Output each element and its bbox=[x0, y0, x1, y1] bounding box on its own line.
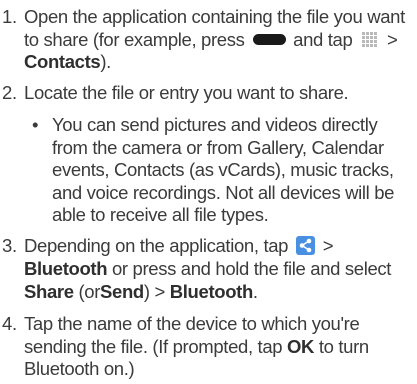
bullet-text: You can send pictures and videos directl… bbox=[52, 114, 395, 225]
share-icon bbox=[295, 236, 315, 256]
step-text: Tap the name of the device to which you'… bbox=[24, 313, 369, 379]
instructions-document: 1. Open the application containing the f… bbox=[0, 0, 417, 384]
bullet-note: • You can send pictures and videos direc… bbox=[22, 114, 414, 227]
send-label: Send bbox=[100, 280, 144, 302]
step-1: 1. Open the application containing the f… bbox=[2, 6, 412, 74]
share-label: Share bbox=[24, 280, 74, 302]
step-text: Depending on the application, tap > Blue… bbox=[24, 235, 392, 302]
step-4: 4. Tap the name of the device to which y… bbox=[2, 313, 412, 381]
bluetooth-label: Bluetooth bbox=[24, 258, 108, 280]
step-text: Open the application containing the file… bbox=[24, 6, 405, 72]
ok-label: OK bbox=[287, 335, 315, 357]
step-number: 1. bbox=[2, 6, 17, 27]
contacts-label: Contacts bbox=[24, 51, 101, 72]
step-number: 2. bbox=[2, 82, 17, 103]
bullet-symbol: • bbox=[32, 114, 39, 135]
step-text: Locate the file or entry you want to sha… bbox=[24, 82, 349, 103]
step-2: 2. Locate the file or entry you want to … bbox=[2, 82, 412, 105]
step-number: 3. bbox=[2, 235, 17, 256]
step-number: 4. bbox=[2, 313, 17, 334]
apps-grid-icon bbox=[362, 31, 378, 47]
bluetooth-label: Bluetooth bbox=[169, 280, 254, 302]
step-3: 3. Depending on the application, tap > B… bbox=[2, 235, 412, 303]
home-key-icon bbox=[253, 33, 287, 45]
